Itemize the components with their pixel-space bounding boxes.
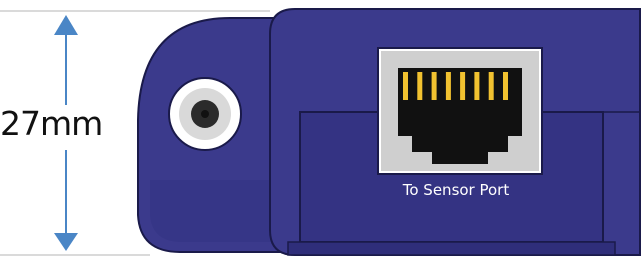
- rj45-pin: [431, 72, 437, 100]
- rj45-pin: [460, 72, 466, 100]
- port-label: To Sensor Port: [402, 181, 510, 199]
- arrow-up-head: [54, 15, 78, 35]
- arrow-down-head: [54, 233, 78, 251]
- rj45-pin: [503, 72, 508, 100]
- housing-base-edge: [287, 241, 616, 256]
- dimension-value-label: 27mm: [0, 104, 103, 143]
- rj45-pin: [488, 72, 494, 100]
- dc-power-jack-icon: [168, 77, 242, 151]
- rj45-pin: [403, 72, 408, 100]
- rj45-pin: [417, 72, 423, 100]
- rj45-pin: [474, 72, 480, 100]
- rj45-socket-icon: [377, 47, 543, 175]
- rj45-pin: [445, 72, 451, 100]
- device-side-lobe-shade: [150, 180, 272, 242]
